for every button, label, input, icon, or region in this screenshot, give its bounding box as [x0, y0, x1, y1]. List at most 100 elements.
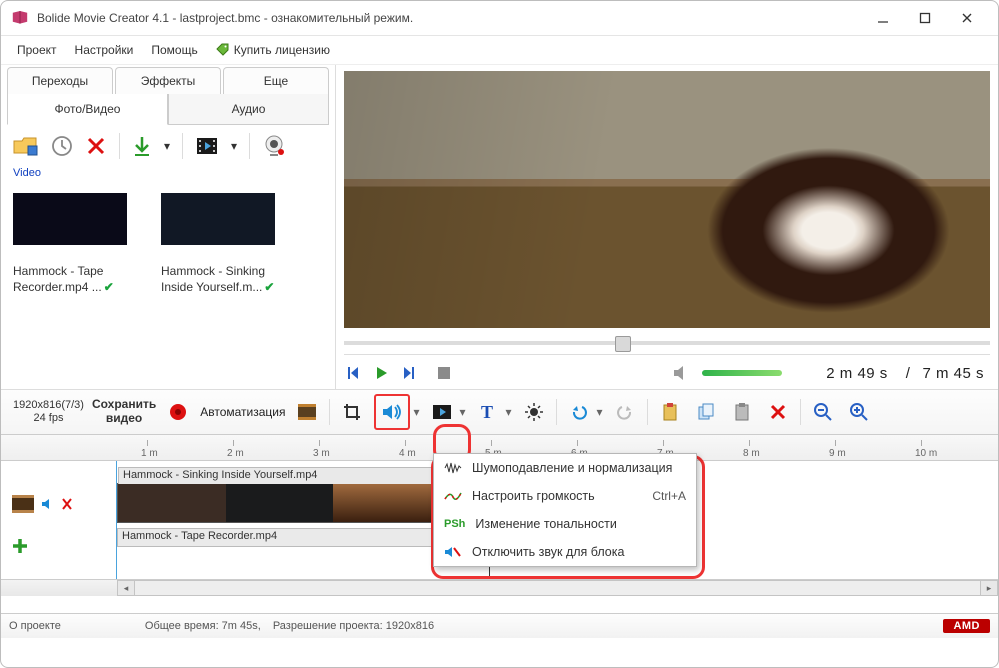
separator	[647, 399, 648, 425]
play-button[interactable]	[372, 364, 390, 382]
import-down-icon[interactable]	[132, 135, 152, 157]
chevron-down-icon[interactable]: ▾	[412, 405, 420, 419]
menu-item-mute[interactable]: Отключить звук для блока	[434, 538, 696, 566]
time-total: 7 m 45 s	[922, 365, 990, 382]
chevron-down-icon[interactable]: ▾	[458, 405, 466, 419]
step-back-button[interactable]	[344, 364, 362, 382]
timeline-toolbar: 1920x816(7/3)24 fps Сохранитьвидео Автом…	[1, 390, 998, 435]
ruler-mark: 1 m	[141, 448, 158, 459]
volume-icon[interactable]	[672, 365, 692, 381]
zoom-out-icon[interactable]	[809, 398, 837, 426]
scrub-handle[interactable]	[615, 336, 631, 352]
check-icon: ✔	[264, 280, 274, 294]
copy-icon[interactable]	[692, 398, 720, 426]
save-video-button[interactable]: Сохранитьвидео	[92, 398, 156, 426]
menu-project[interactable]: Проект	[11, 41, 63, 59]
separator	[119, 133, 120, 159]
video-preview[interactable]	[344, 71, 990, 328]
thumbnail-image	[13, 193, 127, 245]
tab-more[interactable]: Еще	[223, 67, 329, 94]
pitch-icon: PSh	[444, 518, 465, 530]
breadcrumb[interactable]: Video	[7, 167, 329, 183]
chevron-down-icon[interactable]: ▾	[595, 405, 603, 419]
app-icon	[11, 11, 29, 25]
redo-icon[interactable]	[611, 398, 639, 426]
buy-license-button[interactable]: Купить лицензию	[216, 43, 330, 57]
volume-slider[interactable]	[702, 370, 782, 376]
brightness-icon[interactable]	[520, 398, 548, 426]
library-item[interactable]: Hammock - Tape Recorder.mp4 ...✔	[13, 193, 131, 295]
tab-transitions[interactable]: Переходы	[7, 67, 113, 94]
tag-icon	[216, 43, 230, 57]
window-title: Bolide Movie Creator 4.1 - lastproject.b…	[37, 11, 862, 25]
film-icon	[11, 494, 35, 514]
status-total-time: Общее время: 7m 45s,	[145, 620, 261, 632]
ruler-mark: 8 m	[743, 448, 760, 459]
video-fx-icon[interactable]	[428, 398, 456, 426]
maximize-button[interactable]	[904, 4, 946, 32]
library-item[interactable]: Hammock - Sinking Inside Yourself.m...✔	[161, 193, 279, 295]
history-icon[interactable]	[51, 135, 73, 157]
step-forward-button[interactable]	[400, 364, 418, 382]
clip-label: Hammock - Tape Recorder.mp4	[118, 529, 436, 543]
menu-item-pitch[interactable]: PSh Изменение тональности	[434, 510, 696, 538]
thumbnail-label: Hammock - Sinking Inside Yourself.m...✔	[161, 263, 279, 295]
check-icon: ✔	[104, 280, 114, 294]
zoom-in-icon[interactable]	[845, 398, 873, 426]
delete-icon[interactable]	[764, 398, 792, 426]
undo-icon[interactable]	[565, 398, 593, 426]
menu-item-volume[interactable]: Настроить громкость Ctrl+A	[434, 482, 696, 510]
ruler-mark: 2 m	[227, 448, 244, 459]
thumbnail-image	[161, 193, 275, 245]
timeline-scrollbar[interactable]: ◂ ▸	[1, 579, 998, 596]
preview-pane: 2 m 49 s / 7 m 45 s	[336, 65, 998, 389]
menu-item-denoise[interactable]: Шумоподавление и нормализация	[434, 454, 696, 482]
automation-button[interactable]: Автоматизация	[200, 405, 285, 419]
separator	[249, 133, 250, 159]
close-button[interactable]	[946, 4, 988, 32]
svg-text:T: T	[481, 402, 493, 422]
mute-track-icon[interactable]	[41, 497, 55, 511]
status-about[interactable]: О проекте	[9, 620, 61, 632]
tracks-header	[1, 461, 117, 579]
add-track-icon[interactable]	[11, 537, 29, 555]
record-icon[interactable]	[164, 398, 192, 426]
webcam-icon[interactable]	[262, 135, 286, 157]
mute-icon	[444, 545, 462, 559]
time-current: 2 m 49 s	[826, 365, 894, 382]
chevron-down-icon[interactable]: ▾	[164, 139, 170, 153]
filmstrip-icon[interactable]	[195, 136, 219, 156]
ruler-mark: 3 m	[313, 448, 330, 459]
project-resolution: 1920x816(7/3)24 fps	[13, 399, 84, 425]
title-bar: Bolide Movie Creator 4.1 - lastproject.b…	[1, 1, 998, 36]
thumbnail-label: Hammock - Tape Recorder.mp4 ...✔	[13, 263, 131, 295]
open-folder-icon[interactable]	[13, 135, 39, 157]
status-bar: О проекте Общее время: 7m 45s, Разрешени…	[1, 613, 998, 638]
menu-settings[interactable]: Настройки	[69, 41, 140, 59]
minimize-button[interactable]	[862, 4, 904, 32]
crop-icon[interactable]	[338, 398, 366, 426]
scroll-left-icon[interactable]: ◂	[117, 580, 135, 596]
paste-icon[interactable]	[728, 398, 756, 426]
menu-help[interactable]: Помощь	[145, 41, 203, 59]
text-icon[interactable]: T	[474, 398, 502, 426]
chevron-down-icon[interactable]: ▾	[231, 139, 237, 153]
library-pane: Переходы Эффекты Еще Фото/Видео Аудио ▾ …	[1, 65, 336, 389]
separator	[182, 133, 183, 159]
delete-icon[interactable]	[85, 135, 107, 157]
filmstrip-icon[interactable]	[293, 398, 321, 426]
tab-effects[interactable]: Эффекты	[115, 67, 221, 94]
sound-button[interactable]	[374, 394, 410, 430]
clipboard-icon[interactable]	[656, 398, 684, 426]
tab-photo-video[interactable]: Фото/Видео	[7, 94, 168, 125]
scrub-bar[interactable]	[344, 334, 990, 352]
lock-track-icon[interactable]	[61, 497, 73, 511]
stop-button[interactable]	[436, 365, 452, 381]
chevron-down-icon[interactable]: ▾	[504, 405, 512, 419]
sound-dropdown: Шумоподавление и нормализация Настроить …	[433, 453, 697, 567]
audio-clip[interactable]: Hammock - Tape Recorder.mp4	[117, 528, 437, 547]
scroll-right-icon[interactable]: ▸	[980, 580, 998, 596]
tab-audio[interactable]: Аудио	[168, 94, 329, 125]
separator	[556, 399, 557, 425]
library-toolbar: ▾ ▾	[7, 125, 329, 167]
